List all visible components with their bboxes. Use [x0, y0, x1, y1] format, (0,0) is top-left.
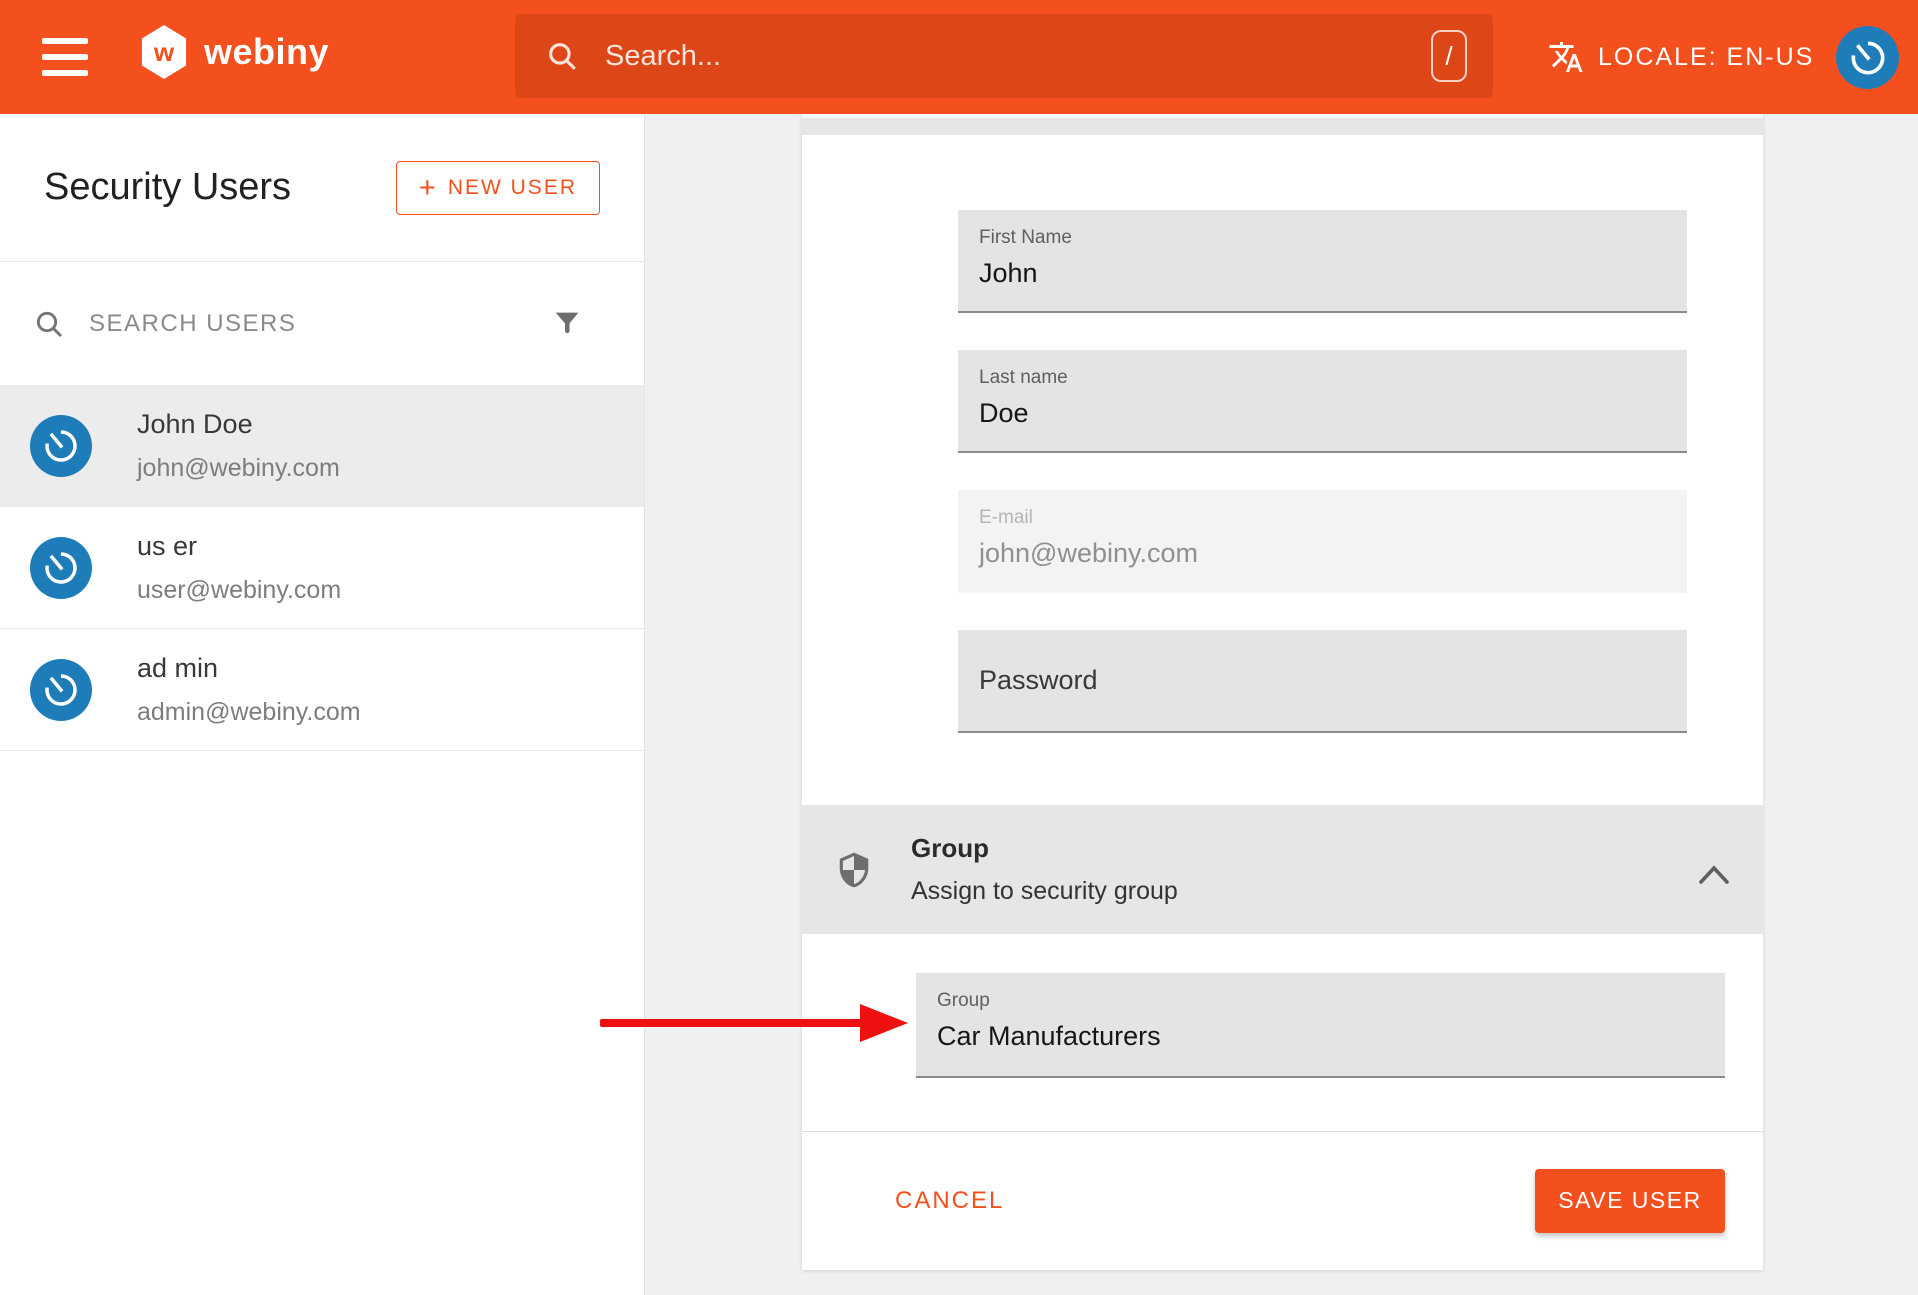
filter-funnel-icon — [550, 307, 584, 341]
group-section-header[interactable]: Group Assign to security group — [802, 805, 1763, 934]
field-value: Car Manufacturers — [937, 1021, 1725, 1052]
form-footer: CANCEL SAVE USER — [802, 1131, 1763, 1270]
user-list-item[interactable]: ad min admin@webiny.com — [0, 629, 644, 751]
user-form-card: First Name John Last name Doe E-mail joh… — [802, 114, 1763, 1270]
shield-icon — [835, 851, 873, 889]
field-label: Last name — [979, 367, 1687, 389]
last-name-field[interactable]: Last name Doe — [958, 350, 1687, 453]
search-users-row — [0, 262, 644, 385]
chevron-up-icon[interactable] — [1697, 862, 1731, 888]
new-user-button[interactable]: + NEW USER — [396, 161, 600, 215]
gravatar-power-icon — [31, 416, 90, 475]
gravatar-power-icon — [31, 538, 90, 597]
user-avatar — [30, 415, 92, 477]
locale-selector[interactable]: LOCALE: EN-US — [1548, 0, 1814, 114]
sidebar-header: Security Users + NEW USER — [0, 114, 644, 262]
gravatar-power-icon — [1837, 27, 1899, 89]
webiny-hexagon-icon: w — [140, 25, 188, 79]
keyboard-shortcut-hint: / — [1431, 30, 1467, 82]
locale-label: LOCALE: EN-US — [1598, 43, 1814, 72]
search-icon — [33, 308, 65, 340]
new-user-button-label: NEW USER — [448, 176, 577, 200]
first-name-field[interactable]: First Name John — [958, 210, 1687, 313]
menu-icon[interactable] — [42, 38, 88, 76]
field-value: John — [979, 258, 1687, 289]
field-label: Group — [937, 990, 1725, 1012]
user-name: us er — [137, 531, 341, 562]
translate-icon — [1548, 39, 1584, 75]
avatar[interactable] — [1836, 26, 1899, 89]
field-label: First Name — [979, 227, 1687, 249]
field-label: Password — [979, 665, 1098, 696]
user-email: admin@webiny.com — [137, 698, 361, 727]
field-value: john@webiny.com — [979, 538, 1687, 569]
user-list-item[interactable]: John Doe john@webiny.com — [0, 385, 644, 507]
save-user-button[interactable]: SAVE USER — [1535, 1169, 1725, 1233]
annotation-arrow — [598, 995, 910, 1051]
user-list: John Doe john@webiny.com us er user@webi… — [0, 385, 644, 751]
brand-wordmark: webiny — [204, 31, 329, 73]
cancel-button[interactable]: CANCEL — [895, 1187, 1004, 1215]
field-value: Doe — [979, 398, 1687, 429]
search-users-input[interactable] — [89, 310, 550, 338]
group-select[interactable]: Group Car Manufacturers — [916, 973, 1725, 1078]
user-name: John Doe — [137, 409, 340, 440]
email-field: E-mail john@webiny.com — [958, 490, 1687, 593]
plus-icon: + — [419, 178, 436, 198]
security-users-sidebar: Security Users + NEW USER John Doe john@… — [0, 114, 645, 1295]
search-icon — [545, 39, 579, 73]
user-list-item[interactable]: us er user@webiny.com — [0, 507, 644, 629]
webiny-logo: w webiny — [140, 25, 329, 79]
user-email: user@webiny.com — [137, 576, 341, 605]
user-avatar — [30, 659, 92, 721]
global-search-bar[interactable]: / — [515, 14, 1493, 98]
password-field[interactable]: Password — [958, 630, 1687, 733]
field-label: E-mail — [979, 507, 1687, 529]
top-app-bar: w webiny / LOCALE: EN-US — [0, 0, 1918, 114]
gravatar-power-icon — [31, 660, 90, 719]
group-section-subtitle: Assign to security group — [911, 877, 1178, 906]
user-email: john@webiny.com — [137, 454, 340, 483]
group-section-title: Group — [911, 833, 1178, 864]
collapsed-section-edge — [802, 118, 1763, 135]
global-search-input[interactable] — [605, 40, 1431, 73]
page-title: Security Users — [44, 166, 291, 209]
filter-button[interactable] — [550, 307, 584, 341]
user-avatar — [30, 537, 92, 599]
user-name: ad min — [137, 653, 361, 684]
